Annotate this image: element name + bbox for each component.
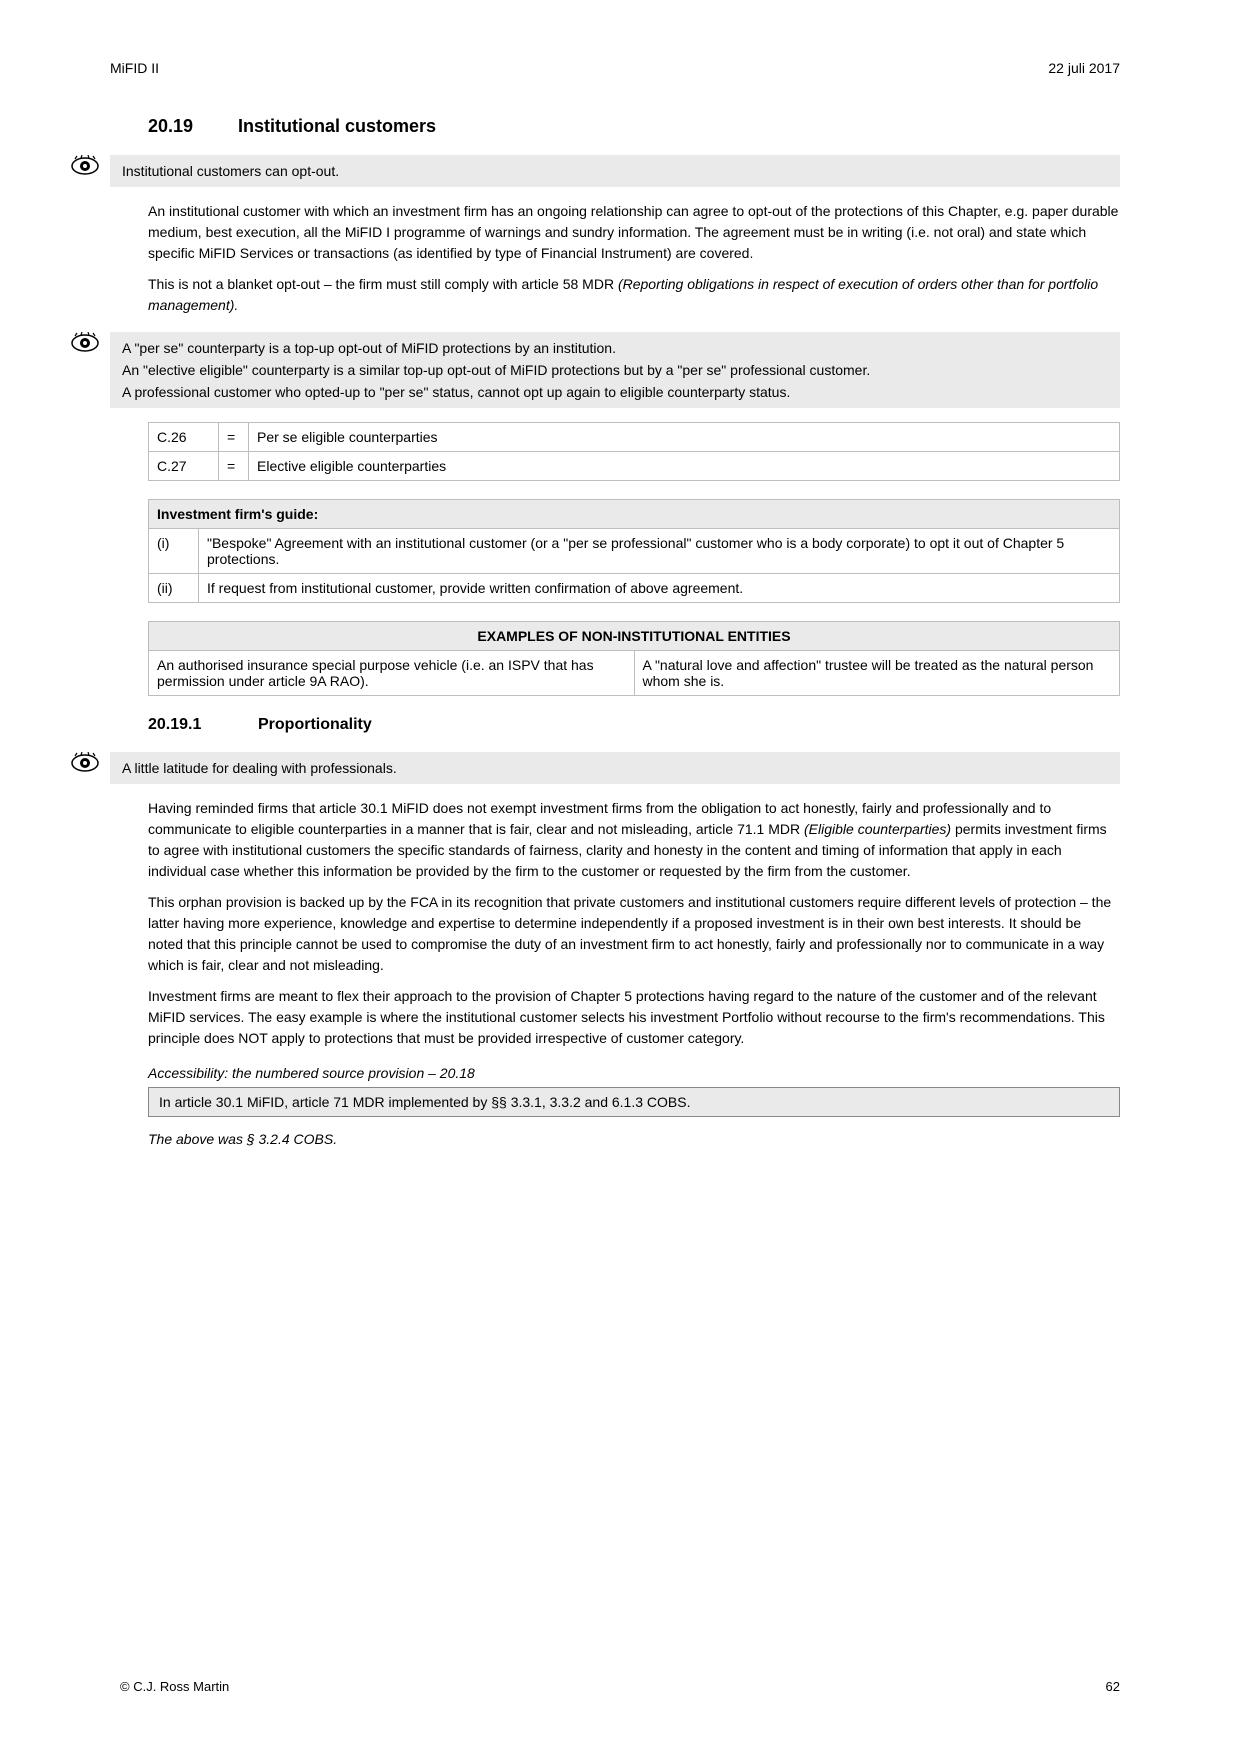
section-title: Institutional customers <box>238 116 436 137</box>
table-row: C.26 = Per se eligible counterparties <box>149 423 1120 452</box>
eye-icon <box>70 332 100 354</box>
footer-left: © C.J. Ross Martin <box>120 1679 229 1694</box>
accessibility-box: In article 30.1 MiFID, article 71 MDR im… <box>148 1087 1120 1117</box>
table-row: (ii) If request from institutional custo… <box>149 574 1120 603</box>
section-number: 20.19 <box>148 116 208 137</box>
table-header-row: EXAMPLES OF NON-INSTITUTIONAL ENTITIES <box>149 622 1120 651</box>
definitions-table: C.26 = Per se eligible counterparties C.… <box>148 422 1120 481</box>
callout-2: A "per se" counterparty is a top-up opt-… <box>110 332 1120 408</box>
subsection-title: Proportionality <box>258 716 372 734</box>
subsection-number: 20.19.1 <box>148 716 228 734</box>
section-title-row: 20.19 Institutional customers <box>148 116 1120 137</box>
table-row: An authorised insurance special purpose … <box>149 651 1120 696</box>
paragraph-3: Having reminded firms that article 30.1 … <box>148 798 1120 1049</box>
table-row: C.27 = Elective eligible counterparties <box>149 452 1120 481</box>
eye-icon <box>70 155 100 177</box>
callout-row-3: A little latitude for dealing with profe… <box>110 752 1120 784</box>
table-header-row: Investment firm's guide: <box>149 500 1120 529</box>
paragraph-2: This is not a blanket opt-out – the firm… <box>148 274 1120 316</box>
paragraph-5: Investment firms are meant to flex their… <box>148 986 1120 1049</box>
paragraph-4: This orphan provision is backed up by th… <box>148 892 1120 976</box>
examples-table: EXAMPLES OF NON-INSTITUTIONAL ENTITIES A… <box>148 621 1120 696</box>
callout-1: Institutional customers can opt-out. <box>110 155 1120 187</box>
header-left: MiFID II <box>110 60 159 76</box>
page-header: MiFID II 22 juli 2017 <box>110 60 1120 76</box>
accessibility-title: Accessibility: the numbered source provi… <box>148 1065 1120 1081</box>
header-right: 22 juli 2017 <box>1048 60 1120 76</box>
page-footer: © C.J. Ross Martin 62 <box>120 1679 1120 1694</box>
italic-note: The above was § 3.2.4 COBS. <box>148 1129 1120 1150</box>
callout-row-1: Institutional customers can opt-out. <box>110 155 1120 187</box>
paragraph-1: An institutional customer with which an … <box>148 201 1120 316</box>
subsection-title-row: 20.19.1 Proportionality <box>148 716 1120 734</box>
callout-row-2: A "per se" counterparty is a top-up opt-… <box>110 332 1120 408</box>
footer-right: 62 <box>1106 1679 1120 1694</box>
table-row: (i) "Bespoke" Agreement with an institut… <box>149 529 1120 574</box>
sub-callout: A little latitude for dealing with profe… <box>110 752 1120 784</box>
guide-table: Investment firm's guide: (i) "Bespoke" A… <box>148 499 1120 603</box>
eye-icon <box>70 752 100 774</box>
